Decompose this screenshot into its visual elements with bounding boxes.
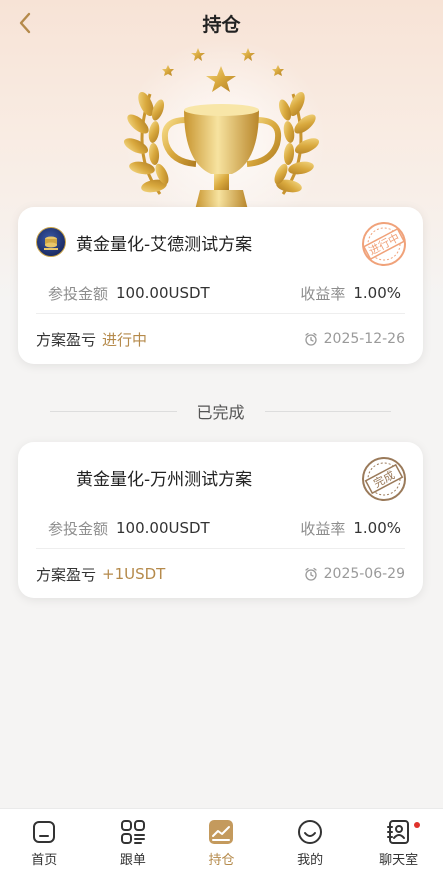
pnl-row: 方案盈亏 进行中 2025-12-26 — [36, 327, 405, 351]
card-divider — [36, 313, 405, 314]
invest-row: 参投金额 100.00USDT 收益率 1.00% — [48, 516, 401, 540]
separator-line-right — [264, 410, 392, 412]
pnl-label: 方案盈亏 — [36, 565, 97, 584]
tab-follow[interactable]: 跟单 — [89, 809, 178, 871]
invest-label: 参投金额 — [48, 519, 109, 538]
smile-icon — [296, 818, 324, 846]
plan-title-row: 黄金量化-万州测试方案 — [76, 460, 252, 494]
plan-title-row: 黄金量化-艾德测试方案 — [36, 225, 252, 259]
tab-label: 持仓 — [208, 853, 235, 868]
rate-value: 1.00% — [353, 519, 401, 537]
stamp-text: 进行中 — [367, 231, 402, 258]
tab-mine[interactable]: 我的 — [266, 809, 355, 871]
chart-icon — [207, 818, 235, 846]
stamp-in-progress-icon: 进行中 — [362, 222, 406, 266]
completed-label: 已完成 — [196, 403, 245, 422]
plan-date: 2025-12-26 — [323, 331, 405, 347]
invest-value: 100.00USDT — [116, 284, 210, 302]
invest-row: 参投金额 100.00USDT 收益率 1.00% — [48, 281, 401, 305]
invest-label: 参投金额 — [48, 284, 109, 303]
trophy-icon — [123, 48, 320, 216]
separator-line-left — [50, 410, 177, 412]
alarm-clock-icon — [304, 567, 317, 581]
pnl-label: 方案盈亏 — [36, 330, 97, 349]
tab-positions[interactable]: 持仓 — [177, 809, 266, 871]
coin-stack-icon — [44, 236, 58, 250]
plan-card-active[interactable]: 黄金量化-艾德测试方案 进行中 参投金额 100.00USDT 收益率 1.00… — [18, 207, 423, 364]
bottom-tab-bar: 首页 跟单 持仓 我的 聊天室 — [0, 808, 443, 871]
grid-icon — [119, 818, 147, 846]
plan-logo — [36, 227, 66, 257]
rate-label: 收益率 — [300, 519, 346, 538]
completed-separator: 已完成 — [50, 398, 392, 424]
date-group: 2025-12-26 — [304, 331, 405, 347]
invest-value: 100.00USDT — [116, 519, 210, 537]
plan-date: 2025-06-29 — [323, 566, 405, 582]
pnl-value: +1USDT — [102, 565, 166, 583]
plan-name: 黄金量化-艾德测试方案 — [76, 234, 253, 255]
tab-label: 我的 — [297, 853, 324, 868]
tab-label: 聊天室 — [379, 853, 419, 868]
rate-label: 收益率 — [300, 284, 346, 303]
tab-home[interactable]: 首页 — [0, 809, 89, 871]
page-title: 持仓 — [202, 14, 241, 36]
contact-icon — [385, 818, 413, 846]
tab-label: 首页 — [31, 853, 58, 868]
rate-value: 1.00% — [353, 284, 401, 302]
alarm-clock-icon — [304, 332, 317, 346]
home-icon — [30, 818, 58, 846]
date-group: 2025-06-29 — [304, 566, 405, 582]
stamp-completed-icon: 完成 — [362, 457, 406, 501]
notification-badge — [413, 822, 420, 828]
card-divider — [36, 548, 405, 549]
plan-name: 黄金量化-万州测试方案 — [76, 469, 253, 490]
tab-label: 跟单 — [119, 853, 146, 868]
top-bar: 持仓 — [0, 0, 443, 46]
pnl-row: 方案盈亏 +1USDT 2025-06-29 — [36, 562, 405, 586]
pnl-value: 进行中 — [102, 330, 148, 349]
plan-card-completed[interactable]: 黄金量化-万州测试方案 完成 参投金额 100.00USDT 收益率 1.00%… — [18, 442, 423, 598]
tab-chatroom[interactable]: 聊天室 — [354, 809, 443, 871]
